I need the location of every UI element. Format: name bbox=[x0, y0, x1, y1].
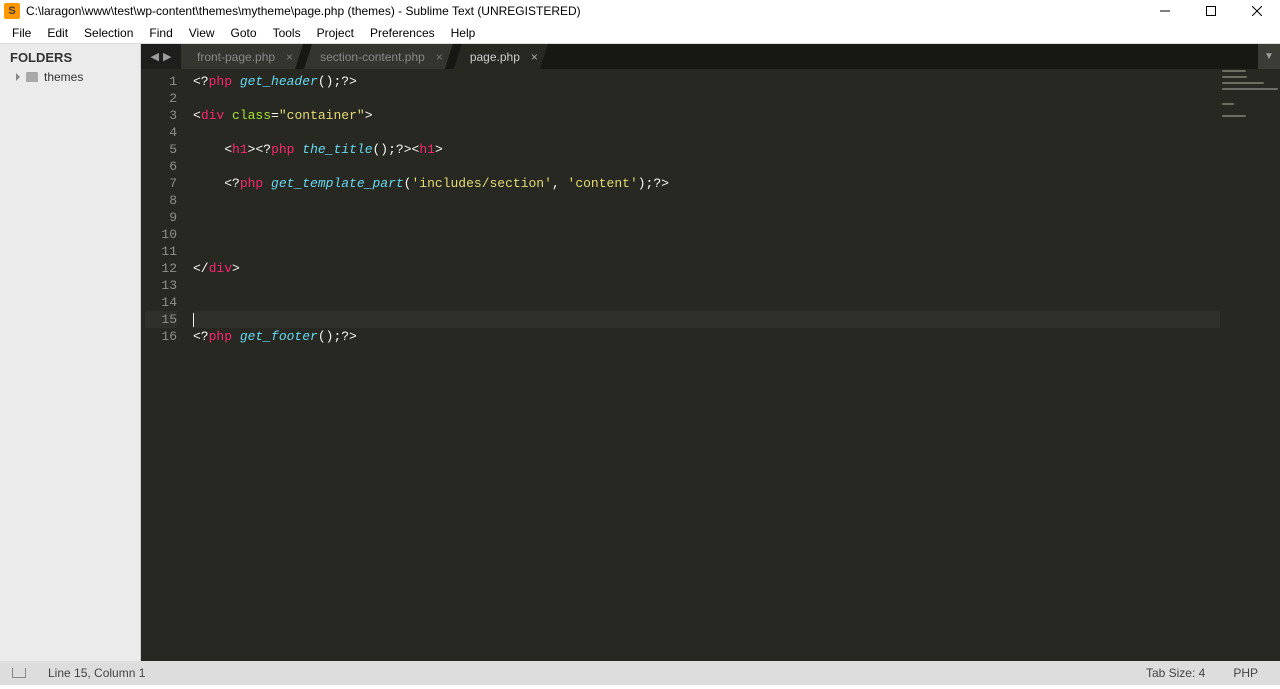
tab-label: page.php bbox=[470, 50, 520, 64]
code-line[interactable] bbox=[193, 294, 1276, 311]
code-line[interactable] bbox=[193, 243, 1276, 260]
menu-view[interactable]: View bbox=[181, 24, 223, 42]
line-gutter: 12345678910111213141516 bbox=[141, 69, 189, 661]
code-line[interactable]: <?php get_header();?> bbox=[193, 73, 1276, 90]
close-button[interactable] bbox=[1234, 0, 1280, 22]
maximize-icon bbox=[1206, 6, 1216, 16]
tab-history-nav: ◀ ▶ bbox=[141, 44, 181, 69]
status-position[interactable]: Line 15, Column 1 bbox=[38, 666, 155, 680]
menu-find[interactable]: Find bbox=[141, 24, 180, 42]
tab-section-content-php[interactable]: section-content.php × bbox=[304, 44, 453, 69]
code-line[interactable] bbox=[193, 226, 1276, 243]
tab-bar: ◀ ▶ front-page.php×section-content.php×p… bbox=[141, 44, 1280, 69]
minimize-button[interactable] bbox=[1142, 0, 1188, 22]
nav-forward-icon[interactable]: ▶ bbox=[163, 50, 171, 63]
folder-label: themes bbox=[44, 70, 83, 84]
sidebar-folder-themes[interactable]: themes bbox=[0, 69, 140, 85]
minimap[interactable] bbox=[1220, 69, 1280, 661]
tab-close-icon[interactable]: × bbox=[286, 50, 293, 64]
menu-tools[interactable]: Tools bbox=[265, 24, 309, 42]
status-bar: Line 15, Column 1 Tab Size: 4 PHP bbox=[0, 661, 1280, 685]
disclosure-icon bbox=[16, 73, 20, 81]
status-tab-size[interactable]: Tab Size: 4 bbox=[1136, 666, 1215, 680]
code-line[interactable] bbox=[193, 277, 1276, 294]
menu-edit[interactable]: Edit bbox=[39, 24, 76, 42]
code-line[interactable] bbox=[193, 158, 1276, 175]
main-area: FOLDERS themes ◀ ▶ front-page.php×sectio… bbox=[0, 44, 1280, 661]
title-bar: S C:\laragon\www\test\wp-content\themes\… bbox=[0, 0, 1280, 22]
code-line[interactable] bbox=[193, 311, 1276, 328]
editor: ◀ ▶ front-page.php×section-content.php×p… bbox=[141, 44, 1280, 661]
menu-selection[interactable]: Selection bbox=[76, 24, 141, 42]
close-icon bbox=[1252, 6, 1262, 16]
nav-back-icon[interactable]: ◀ bbox=[151, 50, 159, 63]
code-line[interactable]: <?php get_template_part('includes/sectio… bbox=[193, 175, 1276, 192]
code-line[interactable] bbox=[193, 192, 1276, 209]
minimize-icon bbox=[1160, 6, 1170, 16]
tab-overflow-button[interactable]: ▼ bbox=[1258, 44, 1280, 69]
window-title: C:\laragon\www\test\wp-content\themes\my… bbox=[26, 4, 1142, 18]
sidebar: FOLDERS themes bbox=[0, 44, 141, 661]
code-line[interactable]: <div class="container"> bbox=[193, 107, 1276, 124]
code-line[interactable]: </div> bbox=[193, 260, 1276, 277]
tab-front-page-php[interactable]: front-page.php × bbox=[181, 44, 303, 69]
status-syntax[interactable]: PHP bbox=[1223, 666, 1268, 680]
menu-file[interactable]: File bbox=[4, 24, 39, 42]
code-line[interactable]: <?php get_footer();?> bbox=[193, 328, 1276, 345]
code-line[interactable]: <h1><?php the_title();?><h1> bbox=[193, 141, 1276, 158]
app-icon: S bbox=[4, 3, 20, 19]
tab-close-icon[interactable]: × bbox=[436, 50, 443, 64]
code-line[interactable] bbox=[193, 90, 1276, 107]
folder-icon bbox=[26, 72, 38, 82]
menu-help[interactable]: Help bbox=[443, 24, 484, 42]
sidebar-header: FOLDERS bbox=[0, 44, 140, 69]
code-line[interactable] bbox=[193, 124, 1276, 141]
code-line[interactable] bbox=[193, 209, 1276, 226]
tab-close-icon[interactable]: × bbox=[531, 50, 538, 64]
editor-body[interactable]: 12345678910111213141516 <?php get_header… bbox=[141, 69, 1280, 661]
maximize-button[interactable] bbox=[1188, 0, 1234, 22]
menu-project[interactable]: Project bbox=[309, 24, 362, 42]
code-area[interactable]: <?php get_header();?> <div class="contain… bbox=[189, 69, 1280, 661]
menu-preferences[interactable]: Preferences bbox=[362, 24, 443, 42]
menu-bar: File Edit Selection Find View Goto Tools… bbox=[0, 22, 1280, 44]
tab-page-php[interactable]: page.php × bbox=[454, 44, 548, 69]
tab-label: section-content.php bbox=[320, 50, 425, 64]
panel-switch-icon[interactable] bbox=[12, 668, 26, 678]
menu-goto[interactable]: Goto bbox=[223, 24, 265, 42]
tab-label: front-page.php bbox=[197, 50, 275, 64]
